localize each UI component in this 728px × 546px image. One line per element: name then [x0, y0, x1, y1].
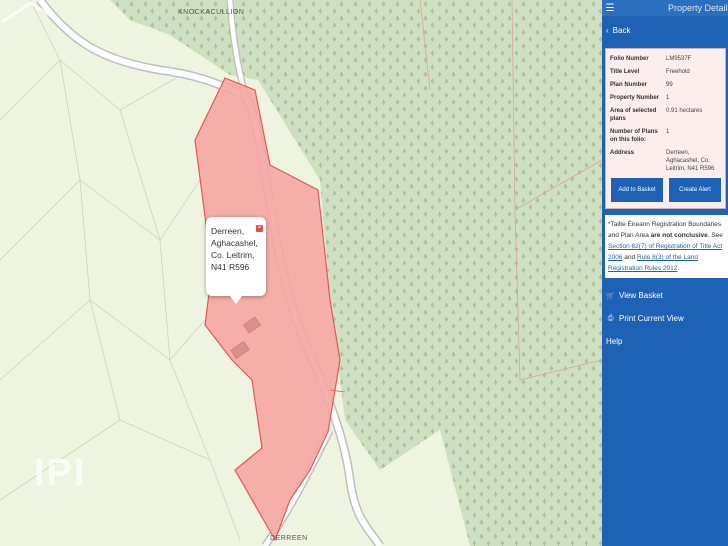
- detail-label: Area of selected plans: [610, 108, 657, 122]
- back-label: Back: [612, 25, 631, 35]
- detail-label: Plan Number: [610, 82, 648, 88]
- chevron-left-icon: ‹: [606, 25, 609, 35]
- detail-value: Freehold: [666, 69, 690, 75]
- popup-address: Derreen, Aghacashel, Co. Leitrim, N41 R5…: [211, 226, 258, 272]
- menu-label: Print Current View: [619, 314, 684, 323]
- property-details-panel: ☰ Property Details ‹ Back Folio Number LM…: [602, 0, 728, 546]
- detail-value: LM9537F: [666, 56, 692, 62]
- road-label-south: DERREEN: [270, 535, 308, 542]
- details-card: Folio Number LM9537F Title Level Freehold …: [605, 48, 726, 209]
- detail-value: Derreen, Aghacashel, Co. Leitrim, N41 R5…: [666, 150, 715, 172]
- road-label-north: KNOCKACULLION: [178, 9, 245, 16]
- disclaimer-note: *Tailte Éireann Registration Boundaries …: [605, 215, 728, 278]
- close-icon[interactable]: ×: [256, 225, 263, 232]
- back-link[interactable]: ‹ Back: [602, 16, 728, 44]
- detail-value: 0.91 hectares: [666, 108, 703, 114]
- detail-label: Number of Plans on this folio:: [610, 129, 658, 143]
- menu-label: Help: [606, 337, 623, 346]
- create-alert-button[interactable]: Create Alert: [669, 178, 721, 202]
- detail-row: Plan Number 99: [610, 81, 721, 89]
- detail-row: Folio Number LM9537F: [610, 55, 721, 63]
- map-view[interactable]: KNOCKACULLION DERREEN IPI × Derreen, Agh…: [0, 0, 602, 546]
- note-mid2: and: [622, 254, 637, 261]
- note-mid1: . See: [707, 232, 723, 239]
- detail-value: 1: [666, 95, 670, 101]
- detail-row: Address Derreen, Aghacashel, Co. Leitrim,…: [610, 149, 721, 173]
- menu-print-current-view[interactable]: ⎙ Print Current View: [602, 307, 728, 330]
- menu-view-basket[interactable]: 🛒 View Basket: [602, 284, 728, 307]
- detail-label: Address: [610, 150, 635, 156]
- watermark: IPI: [34, 452, 87, 494]
- menu-label: View Basket: [619, 291, 663, 300]
- panel-header: ☰ Property Details: [602, 0, 728, 16]
- print-icon: ⎙: [607, 314, 614, 322]
- watermark-logo-icon: [1, 1, 61, 24]
- note-suffix: .: [677, 265, 680, 272]
- detail-value: 1: [666, 129, 670, 135]
- address-popup: × Derreen, Aghacashel, Co. Leitrim, N41 …: [206, 217, 266, 304]
- map-canvas[interactable]: [0, 0, 602, 546]
- detail-label: Folio Number: [610, 56, 649, 62]
- detail-label: Property Number: [610, 95, 660, 101]
- hamburger-menu-icon[interactable]: ☰: [602, 3, 618, 14]
- note-bold: are not conclusive: [650, 232, 708, 239]
- detail-value: 99: [666, 82, 673, 88]
- panel-title: Property Details: [668, 3, 728, 13]
- detail-row: Number of Plans on this folio: 1: [610, 128, 721, 144]
- detail-row: Property Number 1: [610, 94, 721, 102]
- add-to-basket-button[interactable]: Add to Basket: [611, 178, 663, 202]
- detail-row: Area of selected plans 0.91 hectares: [610, 107, 721, 123]
- menu-help[interactable]: Help: [602, 330, 728, 353]
- cart-icon: 🛒: [606, 292, 615, 300]
- detail-row: Title Level Freehold: [610, 68, 721, 76]
- detail-label: Title Level: [610, 69, 640, 75]
